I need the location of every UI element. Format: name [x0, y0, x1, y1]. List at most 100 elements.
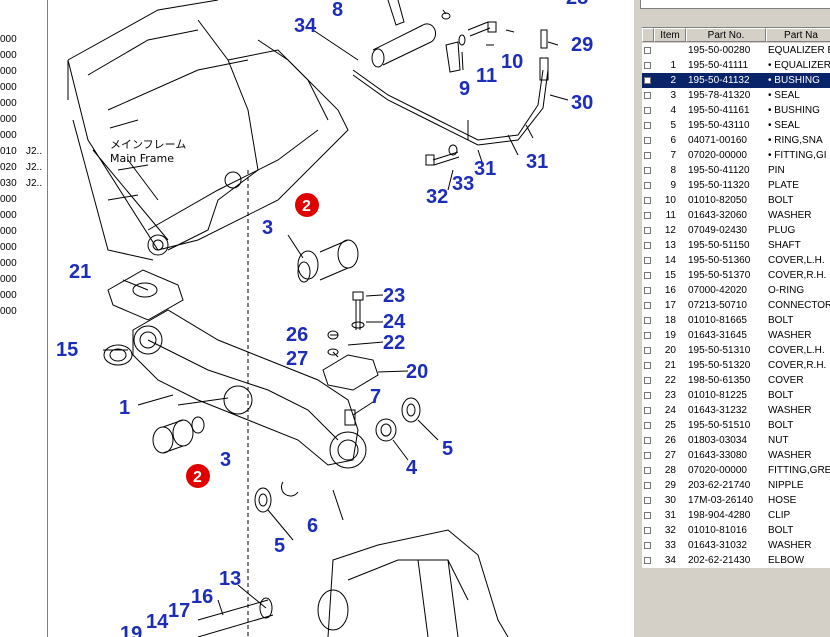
row-checkbox[interactable] — [644, 392, 651, 399]
callout-22[interactable]: 22 — [383, 332, 405, 354]
table-row[interactable]: 11 01643-32060 WASHER — [642, 208, 830, 223]
callout-33[interactable]: 33 — [452, 173, 474, 195]
callout-2-lower[interactable]: 2 — [193, 469, 202, 486]
callout-15[interactable]: 15 — [56, 339, 78, 361]
callout-20[interactable]: 20 — [406, 361, 428, 383]
table-row[interactable]: 18 01010-81665 BOLT — [642, 313, 830, 328]
table-row[interactable]: 25 195-50-51510 BOLT — [642, 418, 830, 433]
row-checkbox[interactable] — [644, 437, 651, 444]
row-checkbox[interactable] — [644, 287, 651, 294]
row-checkbox[interactable] — [644, 182, 651, 189]
table-row[interactable]: 28 07020-00000 FITTING,GRE — [642, 463, 830, 478]
row-checkbox[interactable] — [644, 347, 651, 354]
header-part-name[interactable]: Part Na — [766, 28, 830, 42]
row-checkbox[interactable] — [644, 542, 651, 549]
row-checkbox[interactable] — [644, 512, 651, 519]
callout-21[interactable]: 21 — [69, 261, 91, 283]
table-row[interactable]: 31 198-904-4280 CLIP — [642, 508, 830, 523]
table-row[interactable]: 34 202-62-21430 ELBOW — [642, 553, 830, 568]
table-row[interactable]: 6 04071-00160 • RING,SNA — [642, 133, 830, 148]
table-row[interactable]: 21 195-50-51320 COVER,R.H. — [642, 358, 830, 373]
table-row[interactable]: 23 01010-81225 BOLT — [642, 388, 830, 403]
row-checkbox[interactable] — [644, 332, 651, 339]
callout-5-lower[interactable]: 5 — [274, 535, 285, 557]
row-checkbox[interactable] — [644, 467, 651, 474]
row-checkbox[interactable] — [644, 302, 651, 309]
table-row[interactable]: 24 01643-31232 WASHER — [642, 403, 830, 418]
row-checkbox[interactable] — [644, 497, 651, 504]
callout-11[interactable]: 11 — [476, 65, 497, 87]
table-row[interactable]: 22 198-50-61350 COVER — [642, 373, 830, 388]
row-checkbox[interactable] — [644, 272, 651, 279]
row-checkbox[interactable] — [644, 557, 651, 564]
callout-9[interactable]: 9 — [459, 78, 470, 100]
table-row[interactable]: 13 195-50-51150 SHAFT — [642, 238, 830, 253]
table-row[interactable]: 17 07213-50710 CONNECTOR — [642, 298, 830, 313]
callout-19[interactable]: 19 — [120, 623, 142, 637]
row-checkbox[interactable] — [644, 122, 651, 129]
row-checkbox[interactable] — [644, 482, 651, 489]
callout-30[interactable]: 30 — [571, 92, 593, 114]
table-row[interactable]: 1 195-50-41111 • EQUALIZER — [642, 58, 830, 73]
row-checkbox[interactable] — [644, 47, 651, 54]
table-row[interactable]: 8 195-50-41120 PIN — [642, 163, 830, 178]
table-row[interactable]: 4 195-50-41161 • BUSHING — [642, 103, 830, 118]
row-checkbox[interactable] — [644, 362, 651, 369]
table-row[interactable]: 10 01010-82050 BOLT — [642, 193, 830, 208]
row-checkbox[interactable] — [644, 257, 651, 264]
callout-27[interactable]: 27 — [286, 348, 308, 370]
callout-2-upper[interactable]: 2 — [302, 198, 311, 215]
table-row[interactable]: 32 01010-81016 BOLT — [642, 523, 830, 538]
callout-7[interactable]: 7 — [370, 386, 381, 408]
row-checkbox[interactable] — [644, 242, 651, 249]
header-part-no[interactable]: Part No. — [686, 28, 766, 42]
table-row[interactable]: 26 01803-03034 NUT — [642, 433, 830, 448]
table-row[interactable]: 5 195-50-43110 • SEAL — [642, 118, 830, 133]
table-row[interactable]: 7 07020-00000 • FITTING,GI — [642, 148, 830, 163]
callout-1[interactable]: 1 — [119, 397, 130, 419]
row-checkbox[interactable] — [644, 317, 651, 324]
table-row[interactable]: 15 195-50-51370 COVER,R.H. — [642, 268, 830, 283]
row-checkbox[interactable] — [644, 77, 651, 84]
callout-16[interactable]: 16 — [191, 586, 213, 608]
table-row[interactable]: 30 17M-03-26140 HOSE — [642, 493, 830, 508]
row-checkbox[interactable] — [644, 422, 651, 429]
row-checkbox[interactable] — [644, 452, 651, 459]
callout-23[interactable]: 23 — [383, 285, 405, 307]
row-checkbox[interactable] — [644, 152, 651, 159]
row-checkbox[interactable] — [644, 62, 651, 69]
table-row[interactable]: 195-50-00280 EQUALIZER B — [642, 43, 830, 58]
callout-24[interactable]: 24 — [383, 311, 406, 333]
callout-31a[interactable]: 31 — [474, 158, 496, 180]
table-row[interactable]: 16 07000-42020 O-RING — [642, 283, 830, 298]
callout-8[interactable]: 8 — [332, 0, 343, 21]
callout-14[interactable]: 14 — [146, 611, 169, 633]
callout-4[interactable]: 4 — [406, 457, 418, 479]
table-row[interactable]: 12 07049-02430 PLUG — [642, 223, 830, 238]
table-row[interactable]: 29 203-62-21740 NIPPLE — [642, 478, 830, 493]
callout-28[interactable]: 28 — [566, 0, 588, 9]
row-checkbox[interactable] — [644, 212, 651, 219]
row-checkbox[interactable] — [644, 167, 651, 174]
callout-29[interactable]: 29 — [571, 34, 593, 56]
callout-5-right[interactable]: 5 — [442, 438, 453, 460]
table-row[interactable]: 33 01643-31032 WASHER — [642, 538, 830, 553]
callout-3-lower[interactable]: 3 — [220, 449, 231, 471]
row-checkbox[interactable] — [644, 137, 651, 144]
table-row[interactable]: 27 01643-33080 WASHER — [642, 448, 830, 463]
row-checkbox[interactable] — [644, 197, 651, 204]
row-checkbox[interactable] — [644, 377, 651, 384]
callout-13[interactable]: 13 — [219, 568, 241, 590]
callout-34[interactable]: 34 — [294, 15, 317, 37]
callout-26[interactable]: 26 — [286, 324, 308, 346]
table-row[interactable]: 2 195-50-41132 • BUSHING — [642, 73, 830, 88]
callout-17[interactable]: 17 — [168, 600, 190, 622]
callout-6[interactable]: 6 — [307, 515, 318, 537]
header-checkbox-column[interactable] — [642, 28, 654, 42]
table-row[interactable]: 3 195-78-41320 • SEAL — [642, 88, 830, 103]
callout-10[interactable]: 10 — [501, 51, 523, 73]
callout-3-upper[interactable]: 3 — [262, 217, 273, 239]
callout-32[interactable]: 32 — [426, 186, 448, 208]
header-item[interactable]: Item — [654, 28, 686, 42]
table-row[interactable]: 19 01643-31645 WASHER — [642, 328, 830, 343]
